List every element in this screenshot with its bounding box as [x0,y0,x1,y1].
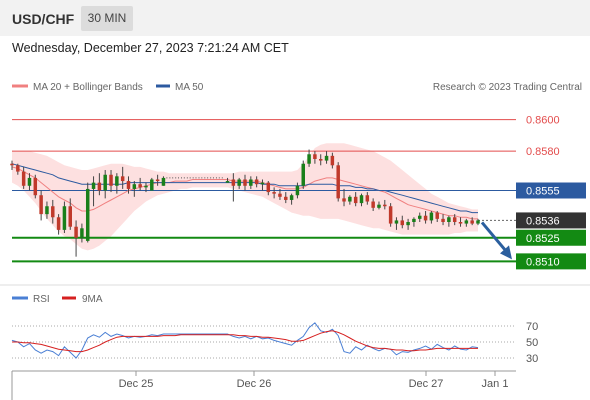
candle-body [266,182,271,193]
candle-body [91,182,96,189]
candle-body [62,206,67,230]
candle-body [348,196,352,202]
candle-body [423,215,428,221]
rsi-line [11,322,479,359]
candle-body [313,154,317,159]
candle-body [231,179,236,186]
candle-body [161,177,166,186]
candle-body [27,177,32,186]
candle-body [243,179,247,186]
x-axis-tick-label: Dec 27 [409,378,444,390]
candle-body [371,201,375,208]
candle-body [144,185,148,188]
candle-body [307,154,311,164]
candle-body [412,218,416,222]
price-chart: 0.8600 0.8580 0.8555 0.8536 0.8525 0.8510 MA … [0,82,590,400]
candle-body [249,179,253,186]
candle-body [45,206,49,215]
candle-body [353,196,358,204]
ma9-line [12,330,478,353]
x-axis-tick-label: Dec 26 [237,378,272,390]
legend-ma50-label: MA 50 [175,82,204,93]
support-label: 0.8525 [526,233,560,245]
rsi-tick-label: 70 [526,321,538,333]
candle-body [464,220,469,224]
pivot-label: 0.8555 [526,186,560,198]
support-label: 0.8510 [526,256,560,268]
candle-body [138,184,142,188]
candle-body [365,195,370,202]
candle-body [56,217,61,230]
legend-bollinger-label: MA 20 + Bollinger Bands [33,82,143,93]
candle-body [406,222,410,226]
candle-body [377,204,381,208]
candle-body [359,195,364,204]
candle-body [330,155,335,166]
legend-ma9-label: 9MA [82,294,103,305]
candle-body [284,196,288,200]
candle-body [400,220,405,226]
candle-body [441,218,445,222]
candle-body [68,206,72,227]
candle-body [132,184,137,189]
candle-body [336,165,340,199]
candle-body [295,185,300,196]
candle-body [458,222,463,224]
candle-body [318,159,323,161]
candle-body [51,206,55,218]
candle-body [80,228,84,238]
candle-body [394,220,399,224]
candle-body [447,217,451,222]
legend-rsi-label: RSI [33,294,50,305]
candle-body [470,220,474,224]
candle-body [418,215,422,219]
resistance-label: 0.8580 [526,146,560,158]
candle-body [150,179,154,191]
candle-body [21,171,26,186]
candle-body [103,174,107,191]
candle-body [39,195,43,215]
rsi-tick-label: 30 [526,353,538,365]
candle-body [16,165,20,172]
candle-body [272,192,276,194]
candle-body [97,182,102,191]
candle-body [237,179,241,186]
candle-body [225,181,230,183]
candle-body [115,176,119,186]
candle-body [383,204,387,207]
candle-body [109,174,113,186]
candle-body [278,193,282,197]
candle-body [476,220,480,224]
candle-body [126,181,131,189]
x-axis-tick-label: Jan 1 [482,378,509,390]
candle-body [289,195,294,200]
candle-body [85,188,90,241]
copyright-text: Research © 2023 Trading Central [433,82,582,93]
candle-body [155,179,160,182]
candle-body [74,226,78,238]
candle-body [342,198,346,202]
x-axis-tick-label: Dec 25 [119,378,154,390]
candle-body [324,155,329,161]
candle-body [10,163,14,166]
candle-body [33,177,38,196]
current-price-label: 0.8536 [526,215,560,227]
candle-body [120,176,125,182]
candle-body [254,179,259,185]
candle-body [388,206,393,224]
candle-body [435,212,439,219]
candle-body [260,182,265,185]
resistance-label: 0.8600 [526,115,560,127]
candle-body [429,212,434,221]
candle-body [301,163,305,186]
rsi-tick-label: 50 [526,337,538,349]
candle-body [452,217,457,222]
